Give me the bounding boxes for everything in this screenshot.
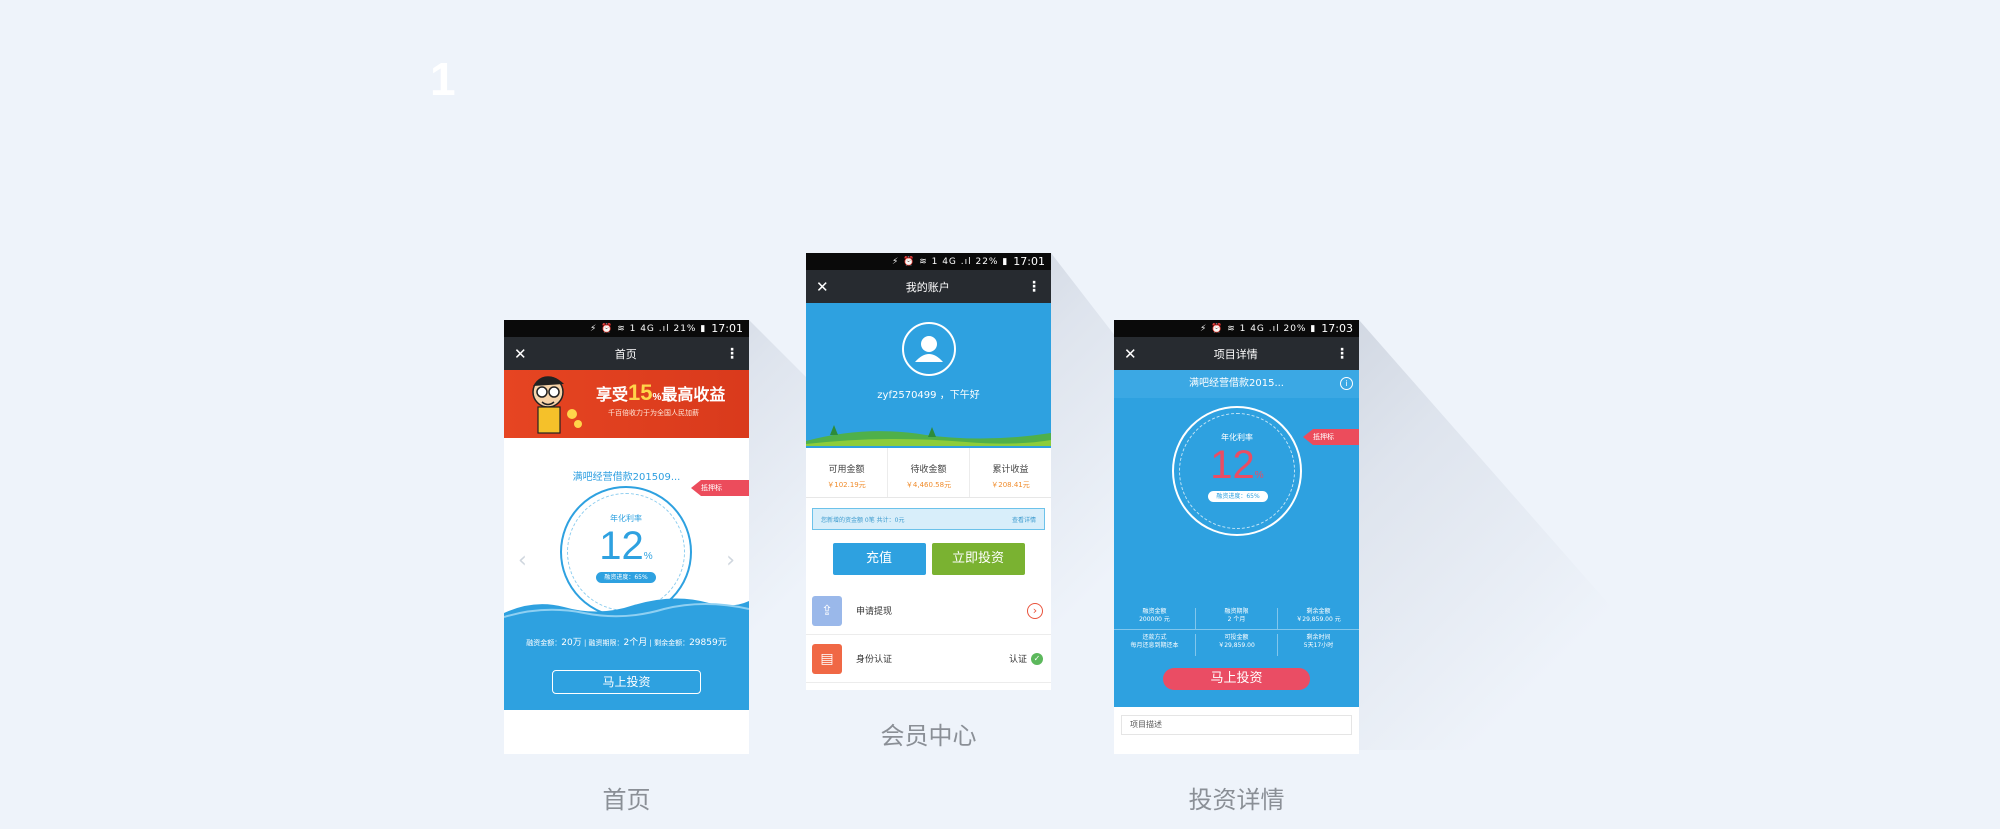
progress-pill: 融资进度：65% <box>1208 491 1268 502</box>
phone-detail: ⚡ ⏰ ≋ 1 4G .ıl 20% ▮ 17:03 ✕ 项目详情 ⋮ 满吧经营… <box>1114 320 1359 754</box>
rate-value: 12% <box>599 524 653 568</box>
grid-cell: 剩余金额 ￥29,859.00 元 <box>1296 608 1341 623</box>
more-icon[interactable]: ⋮ <box>1335 346 1349 362</box>
account-header: zyf2570499 ，下午好 <box>806 303 1051 448</box>
status-icons: ⚡ ⏰ ≋ 1 4G .ıl 22% ▮ <box>891 256 1009 267</box>
phone-home: ⚡ ⏰ ≋ 1 4G .ıl 21% ▮ 17:01 ✕ 首页 ⋮ 享受15%最… <box>504 320 749 754</box>
status-bar: ⚡ ⏰ ≋ 1 4G .ıl 20% ▮ 17:03 <box>1114 320 1359 337</box>
invest-now-button[interactable]: 马上投资 <box>1163 668 1310 690</box>
status-bar: ⚡ ⏰ ≋ 1 4G .ıl 21% ▮ 17:01 <box>504 320 749 337</box>
chevron-left-icon[interactable]: ‹ <box>518 548 527 573</box>
status-bar: ⚡ ⏰ ≋ 1 4G .ıl 22% ▮ 17:01 <box>806 253 1051 270</box>
wave-decoration <box>504 598 749 621</box>
list-item-identity[interactable]: ▤ 身份认证 认证 ✓ <box>806 635 1051 683</box>
stat-available[interactable]: 可用金额 ￥102.19元 <box>806 448 888 497</box>
grid-cell: 可投金额 ￥29,859.00 <box>1196 634 1278 656</box>
stat-pending[interactable]: 待收金额 ￥4,460.58元 <box>888 448 970 497</box>
chevron-circle-icon: › <box>1027 602 1043 619</box>
status-icons: ⚡ ⏰ ≋ 1 4G .ıl 21% ▮ <box>589 323 707 334</box>
recharge-button[interactable]: 充值 <box>832 543 926 575</box>
rate-label: 年化利率 <box>1221 433 1253 442</box>
status-time: 17:01 <box>1013 255 1045 268</box>
notice-text: 您新增的资金额 0笔 共计：0元 <box>821 516 905 524</box>
banner-subtitle: 千百倍收力于为全国人民加薪 <box>608 409 699 417</box>
more-icon[interactable]: ⋮ <box>725 346 739 362</box>
promo-banner[interactable]: 享受15%最高收益 千百倍收力于为全国人民加薪 <box>504 370 749 438</box>
collateral-tag: 抵押标 <box>1303 429 1359 445</box>
close-icon[interactable]: ✕ <box>1124 345 1137 363</box>
detail-grid-row2: 还款方式 每月还息到期还本 可投金额 ￥29,859.00 剩余时间 5天17小时 <box>1114 634 1359 656</box>
detail-grid-row1: 融资金额 200000 元 融资期限 2 个月 剩余金额 ￥29,859.00 元 <box>1114 608 1359 630</box>
status-time: 17:03 <box>1321 322 1353 335</box>
balance-stats: 可用金额 ￥102.19元 待收金额 ￥4,460.58元 累计收益 ￥208.… <box>806 448 1051 498</box>
phone-account: ⚡ ⏰ ≋ 1 4G .ıl 22% ▮ 17:01 ✕ 我的账户 ⋮ zyf2… <box>806 253 1051 690</box>
status-time: 17:01 <box>711 322 743 335</box>
nav-title: 首页 <box>614 347 637 361</box>
chevron-right-icon[interactable]: › <box>726 548 735 573</box>
invest-button[interactable]: 立即投资 <box>931 543 1025 575</box>
notice-link[interactable]: 查看详情 <box>1012 515 1036 524</box>
notice-bar[interactable]: 您新增的资金额 0笔 共计：0元 查看详情 <box>812 508 1045 530</box>
caption-home: 首页 <box>602 786 651 814</box>
landscape-decoration <box>806 425 1051 448</box>
rate-label: 年化利率 <box>610 514 642 523</box>
grid-cell: 还款方式 每月还息到期还本 <box>1114 634 1196 656</box>
list-item-withdraw[interactable]: ⇪ 申请提现 › <box>806 587 1051 635</box>
progress-pill: 融资进度：65% <box>596 572 656 583</box>
grid-cell: 剩余时间 5天17小时 <box>1303 634 1334 649</box>
rate-value: 12% <box>1210 443 1264 487</box>
loan-name: 满吧经营借款2015... i <box>1114 370 1359 398</box>
cartoon-man-icon <box>532 376 582 434</box>
loan-card[interactable]: 满吧经营借款201509... 抵押标 ‹ › 年化利率 12% 融资进度：65… <box>504 438 749 618</box>
upload-icon: ⇪ <box>812 595 842 626</box>
grid-cell: 融资期限 2 个月 <box>1196 608 1278 629</box>
verified-label: 认证 <box>1008 655 1027 665</box>
nav-title: 我的账户 <box>905 280 950 294</box>
avatar[interactable] <box>902 322 956 376</box>
page-number: 1 <box>430 53 456 105</box>
nav-bar: ✕ 我的账户 ⋮ <box>806 270 1051 303</box>
grid-cell: 融资金额 200000 元 <box>1114 608 1196 629</box>
caption-account: 会员中心 <box>880 722 977 750</box>
nav-bar: ✕ 首页 ⋮ <box>504 337 749 370</box>
detail-panel: 满吧经营借款2015... i 抵押标 年化利率 12% 融资进度：65% 融资… <box>1114 370 1359 707</box>
check-icon: ✓ <box>1031 652 1043 665</box>
user-icon <box>915 336 943 362</box>
info-panel: 融资金额：20万 | 融资期限：2个月 | 剩余金额：29859元 马上投资 <box>504 598 749 710</box>
banner-title: 享受15%最高收益 <box>596 380 726 405</box>
close-icon[interactable]: ✕ <box>816 278 829 296</box>
invest-now-button[interactable]: 马上投资 <box>552 670 701 694</box>
stat-earnings[interactable]: 累计收益 ￥208.41元 <box>970 448 1051 497</box>
collateral-tag: 抵押标 <box>691 480 749 496</box>
project-description-row[interactable]: 项目描述 <box>1121 715 1352 735</box>
more-icon[interactable]: ⋮ <box>1027 279 1041 295</box>
info-icon[interactable]: i <box>1340 377 1353 390</box>
status-icons: ⚡ ⏰ ≋ 1 4G .ıl 20% ▮ <box>1199 323 1317 334</box>
nav-bar: ✕ 项目详情 ⋮ <box>1114 337 1359 370</box>
close-icon[interactable]: ✕ <box>514 345 527 363</box>
action-buttons: 充值 立即投资 <box>806 543 1051 575</box>
greeting: zyf2570499 ，下午好 <box>877 390 980 401</box>
nav-title: 项目详情 <box>1213 347 1258 361</box>
rate-ring: 年化利率 12% 融资进度：65% <box>1172 406 1302 536</box>
loan-summary: 融资金额：20万 | 融资期限：2个月 | 剩余金额：29859元 <box>526 638 727 648</box>
id-card-icon: ▤ <box>812 643 842 674</box>
caption-detail: 投资详情 <box>1188 786 1285 814</box>
